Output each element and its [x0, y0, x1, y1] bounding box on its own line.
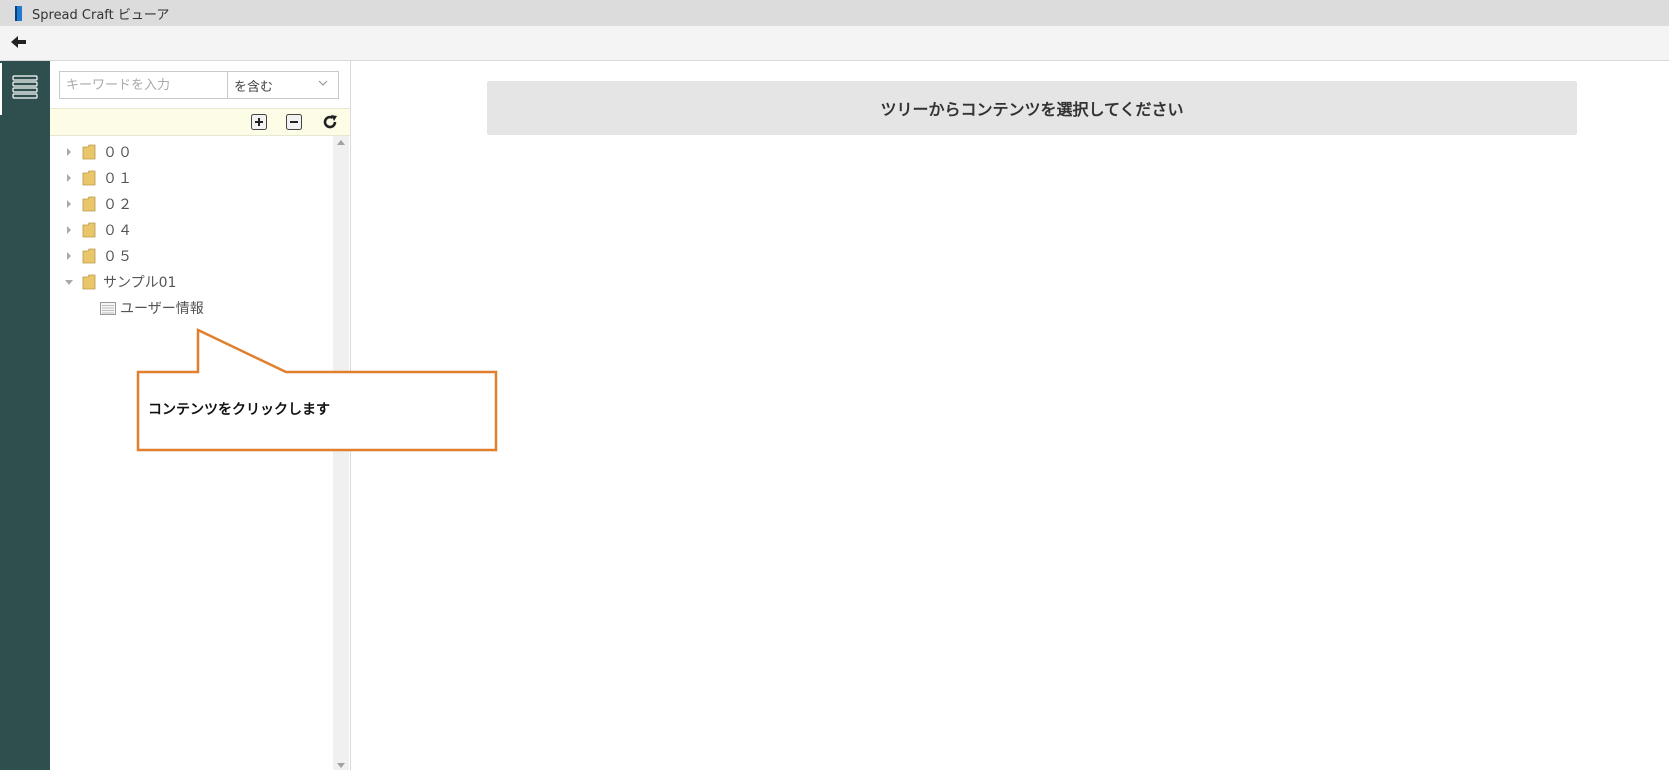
banner-text: ツリーからコンテンツを選択してください	[880, 100, 1184, 119]
collapse-all-icon[interactable]	[286, 114, 302, 130]
chevron-down-icon	[318, 80, 328, 86]
scroll-down-arrow-icon[interactable]	[337, 763, 345, 768]
expand-arrow-icon[interactable]	[64, 225, 74, 235]
callout-text: コンテンツをクリックします	[148, 402, 330, 418]
folder-icon	[82, 274, 96, 290]
tree-item-label: ０２	[103, 197, 133, 213]
tree-item-05[interactable]: ０５	[64, 245, 133, 267]
tree-item-sample01[interactable]: サンプル01	[64, 271, 176, 293]
tree-item-user-info[interactable]: ユーザー情報	[100, 297, 204, 319]
expand-arrow-icon[interactable]	[64, 173, 74, 183]
collapse-arrow-icon[interactable]	[64, 277, 74, 287]
toolbar	[0, 26, 1669, 61]
select-content-banner: ツリーからコンテンツを選択してください	[487, 81, 1577, 135]
tree-toolbar	[50, 108, 350, 136]
tree-item-label: ０４	[103, 223, 133, 239]
folder-icon	[82, 196, 96, 212]
title-bar: Spread Craft ビューア	[0, 0, 1669, 26]
left-rail	[0, 61, 50, 770]
content-tree: ００ ０１ ０２ ０４ ０５ サンプル01 ユーザー情報	[50, 136, 333, 770]
expand-all-icon[interactable]	[251, 114, 267, 130]
keyword-search-input[interactable]	[60, 72, 228, 98]
match-mode-select[interactable]: を含む	[229, 72, 338, 98]
refresh-icon[interactable]	[322, 114, 338, 130]
folder-icon	[82, 248, 96, 264]
expand-arrow-icon[interactable]	[64, 251, 74, 261]
tree-item-label: サンプル01	[103, 275, 177, 291]
expand-arrow-icon[interactable]	[64, 199, 74, 209]
tree-item-00[interactable]: ００	[64, 141, 133, 163]
tree-item-02[interactable]: ０２	[64, 193, 133, 215]
back-arrow-icon[interactable]	[10, 34, 28, 50]
window-title: Spread Craft ビューア	[32, 8, 170, 23]
tree-item-label: ０５	[103, 249, 133, 265]
app-logo-icon	[15, 6, 22, 21]
tree-item-label: ００	[103, 145, 133, 161]
match-mode-value: を含む	[234, 80, 274, 95]
folder-icon	[82, 170, 96, 186]
tree-item-label: ０１	[103, 171, 133, 187]
tree-scrollbar[interactable]	[333, 136, 349, 770]
table-content-icon	[100, 301, 116, 315]
folder-icon	[82, 144, 96, 160]
tree-menu-icon[interactable]	[12, 75, 38, 103]
scroll-up-arrow-icon[interactable]	[337, 140, 345, 145]
expand-arrow-icon[interactable]	[64, 147, 74, 157]
rail-active-indicator	[0, 63, 2, 115]
tree-item-01[interactable]: ０１	[64, 167, 133, 189]
tree-item-label: ユーザー情報	[120, 301, 204, 317]
search-box: を含む	[59, 71, 339, 99]
tree-item-04[interactable]: ０４	[64, 219, 133, 241]
folder-icon	[82, 222, 96, 238]
